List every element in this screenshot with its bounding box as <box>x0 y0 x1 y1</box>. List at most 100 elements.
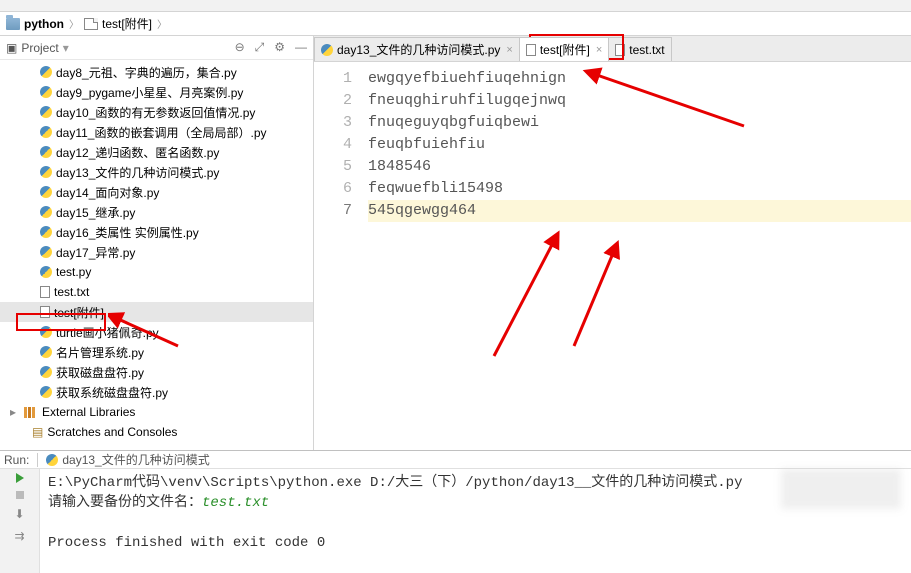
hide-icon[interactable]: — <box>295 40 307 55</box>
run-panel: Run: day13_文件的几种访问模式 ⬇ ⇉ E:\PyCharm代码\ve… <box>0 450 911 573</box>
tab-label: test[附件] <box>540 41 590 58</box>
run-output[interactable]: E:\PyCharm代码\venv\Scripts\python.exe D:/… <box>40 469 911 573</box>
editor-area: day13_文件的几种访问模式.py × test[附件] × test.txt 123… <box>314 36 911 450</box>
close-icon[interactable]: × <box>596 44 602 56</box>
chevron-right-icon: 〉 <box>157 16 167 31</box>
tree-item[interactable]: day8_元祖、字典的遍历，集合.py <box>0 62 313 82</box>
tree-item[interactable]: 获取磁盘盘符.py <box>0 362 313 382</box>
code-line[interactable]: 1848546 <box>368 156 911 178</box>
code-line[interactable]: ewgqyefbiuehfiuqehnign <box>368 68 911 90</box>
code-line[interactable]: fnuqeguyqbgfuiqbewi <box>368 112 911 134</box>
tree-item-label: day11_函数的嵌套调用（全局局部）.py <box>56 124 267 141</box>
collapse-icon[interactable]: ⊖ <box>235 40 245 55</box>
breadcrumb[interactable]: python 〉 test[附件] 〉 <box>0 12 911 36</box>
tree-item[interactable]: test[附件] <box>0 302 313 322</box>
menu-bar[interactable] <box>0 0 911 12</box>
tree-item[interactable]: day16_类属性 实例属性.py <box>0 222 313 242</box>
tree-item-label: day16_类属性 实例属性.py <box>56 224 199 241</box>
tree-item[interactable]: day11_函数的嵌套调用（全局局部）.py <box>0 122 313 142</box>
tree-item[interactable]: day13_文件的几种访问模式.py <box>0 162 313 182</box>
tree-item-label: day8_元祖、字典的遍历，集合.py <box>56 64 237 81</box>
python-icon <box>40 186 52 198</box>
dropdown-icon[interactable]: ▾ <box>63 41 69 55</box>
tree-item-label: day12_递归函数、匿名函数.py <box>56 144 219 161</box>
python-icon <box>40 246 52 258</box>
output-user-input: test.txt <box>202 495 269 511</box>
tree-item[interactable]: test.py <box>0 262 313 282</box>
scratches[interactable]: ▤ Scratches and Consoles <box>0 422 313 442</box>
run-config-name[interactable]: day13_文件的几种访问模式 <box>62 451 209 468</box>
scroll-from-source-icon[interactable]: ⤢ <box>255 40 265 55</box>
stop-icon[interactable] <box>16 491 24 499</box>
down-icon[interactable]: ⬇ <box>14 507 24 521</box>
external-libraries[interactable]: ▸ External Libraries <box>0 402 313 422</box>
code-area[interactable]: ewgqyefbiuehfiuqehnignfneuqghiruhfilugqe… <box>364 62 911 450</box>
python-icon <box>321 44 333 56</box>
tree-item-label: day9_pygame小星星、月亮案例.py <box>56 84 243 101</box>
main-area: ▣ Project ▾ ⊖ ⤢ ⚙ — day8_元祖、字典的遍历，集合.pyd… <box>0 36 911 450</box>
python-icon <box>46 454 58 466</box>
code-line[interactable]: feqwuefbli15498 <box>368 178 911 200</box>
editor-tabs: day13_文件的几种访问模式.py × test[附件] × test.txt <box>314 36 911 62</box>
tree-item[interactable]: day9_pygame小星星、月亮案例.py <box>0 82 313 102</box>
python-icon <box>40 86 52 98</box>
python-icon <box>40 66 52 78</box>
tree-item-label: turtle画小猪佩奇.py <box>56 324 159 341</box>
run-toolbar: ⬇ ⇉ <box>0 469 40 573</box>
tree-item[interactable]: day12_递归函数、匿名函数.py <box>0 142 313 162</box>
code-line[interactable]: feuqbfuiehfiu <box>368 134 911 156</box>
sidebar-header: ▣ Project ▾ ⊖ ⤢ ⚙ — <box>0 36 313 60</box>
tree-item[interactable]: day17_异常.py <box>0 242 313 262</box>
tree-item[interactable]: turtle画小猪佩奇.py <box>0 322 313 342</box>
code-line[interactable]: fneuqghiruhfilugqejnwq <box>368 90 911 112</box>
output-command: E:\PyCharm代码\venv\Scripts\python.exe D:/… <box>48 475 742 491</box>
python-icon <box>40 386 52 398</box>
tree-item-label: day13_文件的几种访问模式.py <box>56 164 219 181</box>
python-icon <box>40 326 52 338</box>
file-icon <box>40 286 50 298</box>
project-tree[interactable]: day8_元祖、字典的遍历，集合.py day9_pygame小星星、月亮案例.p… <box>0 60 313 450</box>
breadcrumb-file[interactable]: test[附件] <box>102 15 152 32</box>
tree-item-label: test.py <box>56 265 91 279</box>
tree-item-label: day17_异常.py <box>56 244 135 261</box>
rerun-icon[interactable] <box>16 473 24 483</box>
tree-item[interactable]: 获取系统磁盘盘符.py <box>0 382 313 402</box>
run-label: Run: <box>4 453 29 467</box>
editor-tab[interactable]: test.txt <box>608 37 671 61</box>
python-icon <box>40 106 52 118</box>
code-line[interactable]: 545qgewgg464 <box>368 200 911 222</box>
tree-item[interactable]: day14_面向对象.py <box>0 182 313 202</box>
library-icon <box>24 407 38 418</box>
tree-item[interactable]: day15_继承.py <box>0 202 313 222</box>
close-icon[interactable]: × <box>506 44 512 56</box>
sidebar-title[interactable]: Project <box>21 41 58 55</box>
editor-tab[interactable]: day13_文件的几种访问模式.py × <box>314 37 520 61</box>
python-icon <box>40 126 52 138</box>
tree-item-label: day15_继承.py <box>56 204 135 221</box>
file-icon <box>615 44 625 56</box>
output-prompt: 请输入要备份的文件名： <box>48 495 202 511</box>
tree-item-label: test[附件] <box>54 304 104 321</box>
tab-label: test.txt <box>629 43 664 57</box>
project-sidebar: ▣ Project ▾ ⊖ ⤢ ⚙ — day8_元祖、字典的遍历，集合.pyd… <box>0 36 314 450</box>
tab-label: day13_文件的几种访问模式.py <box>337 41 500 58</box>
python-icon <box>40 206 52 218</box>
file-icon <box>526 44 536 56</box>
tree-item[interactable]: 名片管理系统.py <box>0 342 313 362</box>
python-icon <box>40 166 52 178</box>
run-header: Run: day13_文件的几种访问模式 <box>0 451 911 469</box>
tree-item-label: day14_面向对象.py <box>56 184 159 201</box>
project-icon: ▣ <box>6 41 17 55</box>
tree-item[interactable]: test.txt <box>0 282 313 302</box>
python-icon <box>40 146 52 158</box>
tree-item[interactable]: day10_函数的有无参数返回值情况.py <box>0 102 313 122</box>
editor-tab[interactable]: test[附件] × <box>519 37 609 61</box>
editor[interactable]: 1234567 ewgqyefbiuehfiuqehnignfneuqghiru… <box>314 62 911 450</box>
file-icon <box>84 18 98 30</box>
tree-item-label: 获取系统磁盘盘符.py <box>56 384 168 401</box>
python-icon <box>40 226 52 238</box>
breadcrumb-root[interactable]: python <box>24 17 64 31</box>
more-icon[interactable]: ⇉ <box>14 529 24 543</box>
settings-icon[interactable]: ⚙ <box>274 40 285 55</box>
tree-item-label: 名片管理系统.py <box>56 344 144 361</box>
